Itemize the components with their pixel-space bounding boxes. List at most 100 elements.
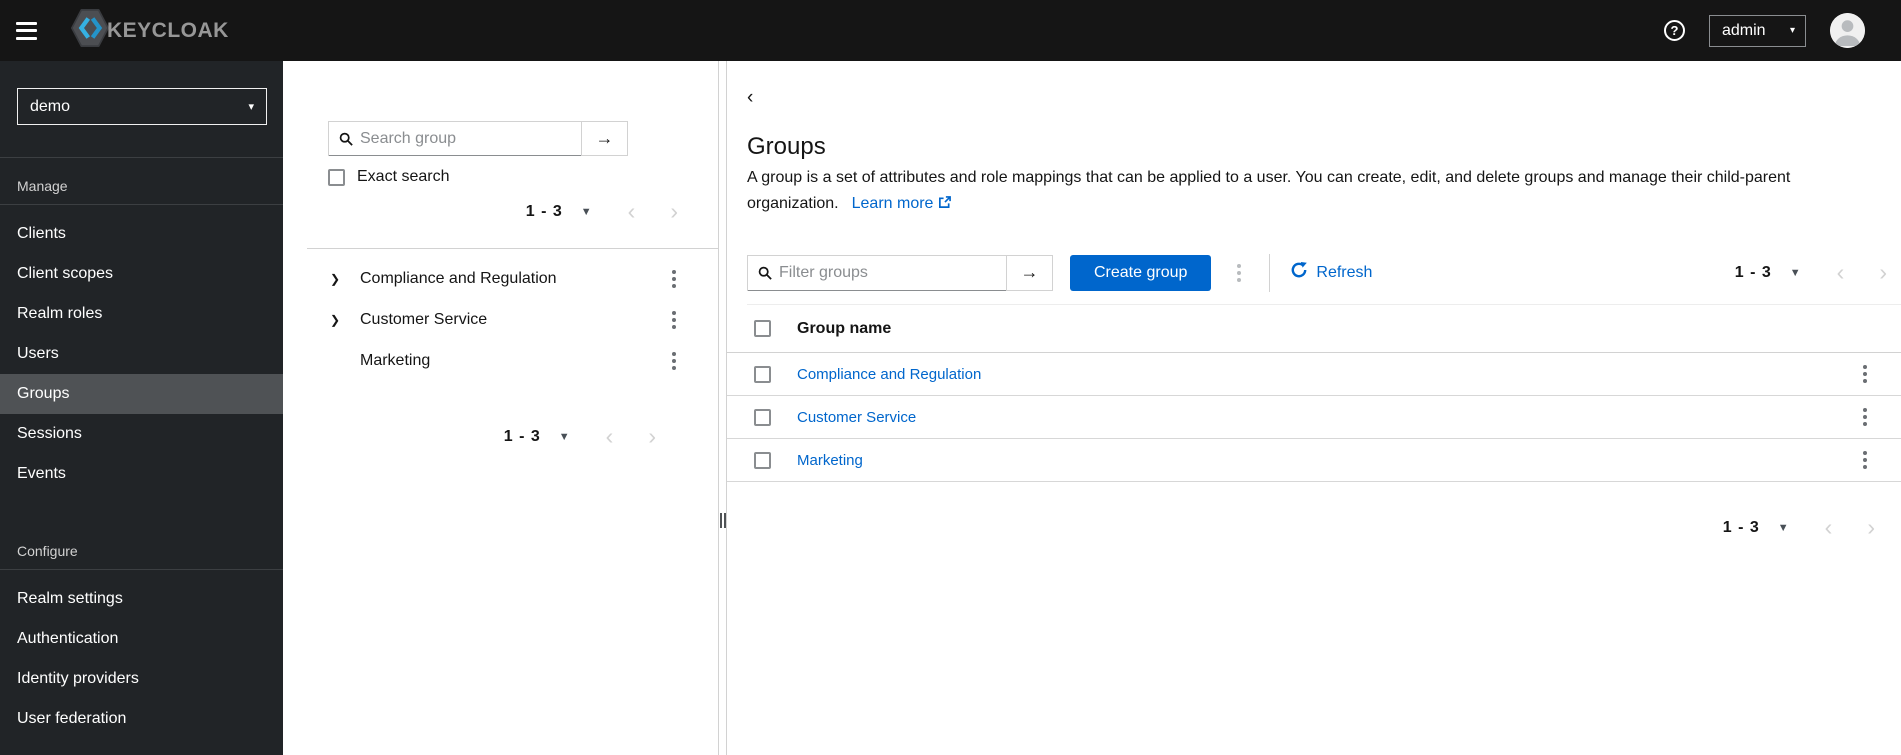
exact-search-checkbox[interactable] [328,168,345,186]
panel-resizer[interactable] [718,61,727,755]
sidebar-item-client-scopes[interactable]: Client scopes [0,254,283,294]
pagination-next-icon[interactable]: › [1879,261,1887,284]
nav-section-title: Configure [0,523,283,570]
tree-group-label[interactable]: Compliance and Regulation [360,270,557,288]
realm-name: demo [30,97,71,115]
kebab-menu-icon[interactable] [668,348,680,374]
expand-chevron-icon[interactable]: ❯ [330,313,344,327]
pagination-prev-icon[interactable]: ‹ [628,200,636,223]
username: admin [1722,21,1766,39]
pagination-prev-icon[interactable]: ‹ [1825,516,1833,539]
pagination-prev-icon[interactable]: ‹ [606,425,614,448]
search-icon [339,132,353,146]
resizer-grip-icon[interactable] [720,513,726,528]
divider [307,248,718,249]
groups-main-panel: ‹ Groups A group is a set of attributes … [727,61,1901,755]
tree-group-item[interactable]: ❯ Customer Service [283,299,718,340]
create-group-button[interactable]: Create group [1070,254,1212,291]
sidebar-item-user-federation[interactable]: User federation [0,699,283,739]
filter-submit-button[interactable]: → [1006,255,1052,290]
sidebar-item-events[interactable]: Events [0,454,283,494]
nav-section: Manage Clients Client scopes Realm roles Us… [0,158,283,503]
filter-groups-input[interactable] [779,263,998,282]
sidebar-item-identity-providers[interactable]: Identity providers [0,659,283,699]
row-checkbox[interactable] [754,365,771,383]
tree-pagination-bottom: 1 - 3 ▼ ‹ › [504,425,656,448]
brand-text: KEYCLOAK [107,18,229,42]
sidebar-item-realm-settings[interactable]: Realm settings [0,579,283,619]
learn-more-link[interactable]: Learn more [852,195,952,212]
page-title: Groups [747,133,826,160]
external-link-icon [933,195,952,212]
tree-group-label[interactable]: Customer Service [360,311,487,329]
toolbar-divider [1269,253,1271,292]
sidebar: demo ▾ Manage Clients Client scopes Realm … [0,61,283,755]
tree-group-label[interactable]: Marketing [360,352,430,370]
nav-section-title: Manage [0,158,283,205]
pagination-next-icon[interactable]: › [648,425,656,448]
kebab-menu-icon[interactable] [668,266,680,292]
help-icon[interactable]: ? [1664,20,1685,41]
sidebar-item-groups[interactable]: Groups [0,374,283,414]
pagination-next-icon[interactable]: › [670,200,678,223]
sidebar-item-clients[interactable]: Clients [0,214,283,254]
row-kebab-menu-icon[interactable] [1859,404,1871,430]
keycloak-logo: KEYCLOAK [71,7,229,54]
chevron-down-icon: ▾ [1789,25,1795,36]
pagination-options-caret-icon[interactable]: ▼ [1778,522,1789,534]
tree-group-item[interactable]: ❯ Compliance and Regulation [283,258,718,299]
pagination-prev-icon[interactable]: ‹ [1837,261,1845,284]
tree-group-item[interactable]: Marketing [283,340,718,381]
table-header-row: Group name [727,305,1901,353]
pagination-next-icon[interactable]: › [1867,516,1875,539]
search-group-input[interactable] [360,129,573,148]
pagination-options-caret-icon[interactable]: ▼ [559,431,570,443]
pagination-range: 1 - 3 [525,202,563,220]
keycloak-logo-icon [71,7,109,54]
sidebar-item-authentication[interactable]: Authentication [0,619,283,659]
refresh-icon [1291,262,1308,283]
chevron-down-icon: ▾ [248,101,254,113]
group-name-link[interactable]: Customer Service [797,409,916,426]
expand-chevron-icon[interactable]: ❯ [330,272,344,286]
nav-toggle-button[interactable] [16,21,40,40]
table-pagination-top: 1 - 3 ▼ ‹ › [1735,261,1901,284]
kebab-menu-icon[interactable] [668,307,680,333]
table-pagination-bottom: 1 - 3 ▼ ‹ › [1723,516,1875,539]
collapse-tree-chevron-icon[interactable]: ‹ [747,87,753,109]
row-kebab-menu-icon[interactable] [1859,361,1871,387]
tree-pagination-top: 1 - 3 ▼ ‹ › [526,200,678,223]
group-name-link[interactable]: Marketing [797,452,863,469]
sidebar-item-sessions[interactable]: Sessions [0,414,283,454]
groups-tree-panel: → Exact search 1 - 3 ▼ ‹ › ❯ Compliance … [283,61,718,755]
groups-tree: ❯ Compliance and Regulation ❯ Customer S… [283,258,718,381]
select-all-checkbox[interactable] [754,320,771,337]
table-row: Customer Service [727,396,1901,439]
filter-groups-control: → [747,254,1053,291]
row-kebab-menu-icon[interactable] [1859,447,1871,473]
row-checkbox[interactable] [754,408,771,426]
row-checkbox[interactable] [754,451,771,469]
user-menu-dropdown[interactable]: admin ▾ [1709,14,1806,47]
page-description: A group is a set of attributes and role … [747,165,1855,217]
sidebar-item-users[interactable]: Users [0,334,283,374]
sidebar-item-realm-roles[interactable]: Realm roles [0,294,283,334]
nav-section: Configure Realm settings Authentication Id… [0,523,283,748]
toolbar-kebab-menu-icon[interactable] [1233,260,1245,286]
realm-selector-block: demo ▾ [0,61,283,158]
pagination-options-caret-icon[interactable]: ▼ [1790,267,1801,279]
group-name-link[interactable]: Compliance and Regulation [797,366,981,383]
search-submit-button[interactable]: → [581,122,627,155]
pagination-options-caret-icon[interactable]: ▼ [581,206,592,218]
groups-table: Group name Compliance and Regulation Cus… [727,305,1901,482]
refresh-button[interactable]: Refresh [1291,262,1372,283]
masthead: KEYCLOAK ? admin ▾ [0,0,1901,61]
table-row: Compliance and Regulation [727,353,1901,396]
sidebar-nav: Manage Clients Client scopes Realm roles Us… [0,158,283,748]
pagination-range: 1 - 3 [1722,518,1760,536]
search-icon [758,266,772,280]
avatar[interactable] [1830,13,1865,48]
exact-search-label: Exact search [357,168,450,185]
table-row: Marketing [727,439,1901,482]
realm-selector[interactable]: demo ▾ [17,88,267,125]
